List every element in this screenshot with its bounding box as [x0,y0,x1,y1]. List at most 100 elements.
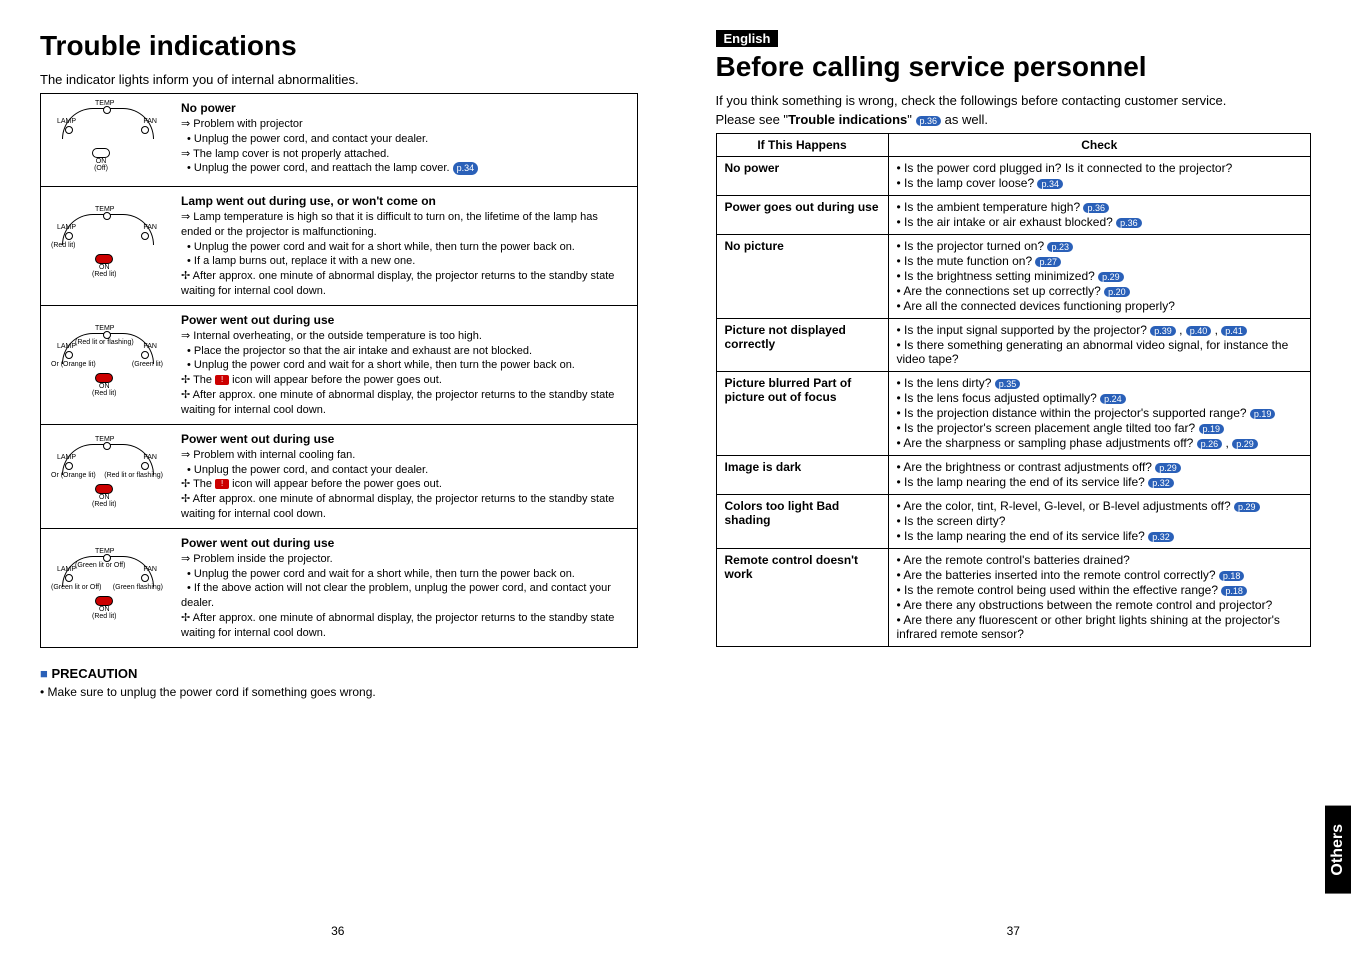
check-row: Image is dark Are the brightness or contr… [716,456,1311,495]
check-table-header-right: Check [888,134,1311,157]
check-item: Are the batteries inserted into the remo… [897,568,1303,582]
page-ref-icon: p.32 [1148,532,1174,542]
check-row-label: No picture [716,235,888,319]
led-diagram: TEMPLAMPFANON(Red lit)Or (Orange lit)(Gr… [41,306,173,424]
check-item: Are the brightness or contrast adjustmen… [897,460,1303,474]
led-diagram: TEMPLAMPFANON(Red lit)(Red lit) [41,187,173,305]
right-intro-1: If you think something is wrong, check t… [716,93,1312,108]
right-page: English Before calling service personnel… [676,0,1351,954]
trouble-description: Power went out during useProblem with in… [173,425,637,528]
check-item: Is the projector turned on? p.23 [897,239,1303,253]
page-ref-icon: p.26 [1197,439,1223,449]
page-ref-icon: p.29 [1155,463,1181,473]
check-row-items: Are the brightness or contrast adjustmen… [888,456,1311,495]
page-ref-icon: p.36 [1116,218,1142,228]
page-ref-icon: p.27 [1035,257,1061,267]
led-diagram: TEMPLAMPFANON(Off) [41,94,173,186]
check-item: Is the projection distance within the pr… [897,406,1303,420]
check-row-items: Is the projector turned on? p.23Is the m… [888,235,1311,319]
check-row: Power goes out during useIs the ambient … [716,196,1311,235]
page-ref-icon: p.29 [1232,439,1258,449]
trouble-row: TEMPLAMPFANON(Red lit)(Red lit)Lamp went… [41,187,637,306]
check-item: Are all the connected devices functionin… [897,299,1303,313]
check-item: Is the air intake or air exhaust blocked… [897,215,1303,229]
check-item: Is the lamp cover loose? p.34 [897,176,1303,190]
check-row-label: Image is dark [716,456,888,495]
page-ref-icon: p.36 [916,116,942,126]
trouble-description: Power went out during useInternal overhe… [173,306,637,424]
right-title: Before calling service personnel [716,51,1312,83]
page-ref-icon: p.23 [1047,242,1073,252]
check-row-label: Remote control doesn't work [716,549,888,647]
page-ref-icon: p.34 [1037,179,1063,189]
check-item: Are there any fluorescent or other brigh… [897,613,1303,641]
language-tag: English [716,30,779,47]
check-item: Is the lamp nearing the end of its servi… [897,529,1303,543]
check-item: Is the projector's screen placement angl… [897,421,1303,435]
check-row: No powerIs the power cord plugged in? Is… [716,157,1311,196]
check-item: Is the screen dirty? [897,514,1303,528]
page-ref-icon: p.40 [1186,326,1212,336]
check-row-items: Is the power cord plugged in? Is it conn… [888,157,1311,196]
trouble-description: No powerProblem with projectorUnplug the… [173,94,486,186]
led-diagram: TEMPLAMPFANON(Red lit)(Green lit or Off)… [41,529,173,647]
trouble-row: TEMPLAMPFANON(Red lit)Or (Orange lit)(Gr… [41,306,637,425]
page-ref-icon: p.19 [1250,409,1276,419]
page-ref-icon: p.18 [1219,571,1245,581]
page-ref-icon: p.41 [1221,326,1247,336]
check-item: Is the lamp nearing the end of its servi… [897,475,1303,489]
sidebar-tab-others: Others [1325,806,1351,894]
check-row: Picture blurred Part of picture out of f… [716,372,1311,456]
page-ref-icon: p.34 [453,162,479,174]
right-page-number: 37 [1007,924,1020,938]
check-item: Is the power cord plugged in? Is it conn… [897,161,1303,175]
check-row: Remote control doesn't work Are the remot… [716,549,1311,647]
trouble-row: TEMPLAMPFANON(Red lit)(Green lit or Off)… [41,529,637,647]
check-item: Are the sharpness or sampling phase adju… [897,436,1303,450]
check-row-label: Colors too light Bad shading [716,495,888,549]
check-table-header-left: If This Happens [716,134,888,157]
check-row-items: Are the remote control's batteries drain… [888,549,1311,647]
trouble-row: TEMPLAMPFANON(Red lit)Or (Orange lit)(Re… [41,425,637,529]
check-item: Is the remote control being used within … [897,583,1303,597]
precaution-heading: PRECAUTION [40,666,636,681]
check-item: Is the lens dirty? p.35 [897,376,1303,390]
page-ref-icon: p.29 [1234,502,1260,512]
page-ref-icon: p.20 [1104,287,1130,297]
page-ref-icon: p.39 [1150,326,1176,336]
trouble-row: TEMPLAMPFANON(Off)No powerProblem with p… [41,94,637,187]
check-row-label: Picture blurred Part of picture out of f… [716,372,888,456]
page-ref-icon: p.29 [1098,272,1124,282]
page-ref-icon: p.24 [1100,394,1126,404]
precaution-text: • Make sure to unplug the power cord if … [40,685,636,699]
check-row-items: Are the color, tint, R-level, G-level, o… [888,495,1311,549]
check-row-items: Is the ambient temperature high? p.36Is … [888,196,1311,235]
trouble-description: Power went out during useProblem inside … [173,529,637,647]
check-item: Are the connections set up correctly? p.… [897,284,1303,298]
check-item: Is the brightness setting minimized? p.2… [897,269,1303,283]
check-item: Is the ambient temperature high? p.36 [897,200,1303,214]
check-row: Colors too light Bad shading Are the colo… [716,495,1311,549]
right-intro-2: Please see "Trouble indications" p.36 as… [716,112,1312,127]
check-item: Are the color, tint, R-level, G-level, o… [897,499,1303,513]
page-ref-icon: p.18 [1221,586,1247,596]
check-item: Is there something generating an abnorma… [897,338,1303,366]
check-row: No pictureIs the projector turned on? p.… [716,235,1311,319]
fan-warning-icon: ! [215,479,229,489]
page-ref-icon: p.36 [1083,203,1109,213]
check-row-items: Is the input signal supported by the pro… [888,319,1311,372]
left-page-number: 36 [331,924,344,938]
check-item: Are the remote control's batteries drain… [897,553,1303,567]
check-table: If This Happens Check No powerIs the pow… [716,133,1312,647]
left-title: Trouble indications [40,30,636,62]
page-ref-icon: p.19 [1199,424,1225,434]
left-intro: The indicator lights inform you of inter… [40,72,636,87]
check-item: Are there any obstructions between the r… [897,598,1303,612]
page-ref-icon: p.32 [1148,478,1174,488]
led-diagram: TEMPLAMPFANON(Red lit)Or (Orange lit)(Re… [41,425,173,528]
check-item: Is the mute function on? p.27 [897,254,1303,268]
page-ref-icon: p.35 [995,379,1021,389]
check-row: Picture not displayed correctlyIs the in… [716,319,1311,372]
trouble-table: TEMPLAMPFANON(Off)No powerProblem with p… [40,93,638,648]
trouble-description: Lamp went out during use, or won't come … [173,187,637,305]
